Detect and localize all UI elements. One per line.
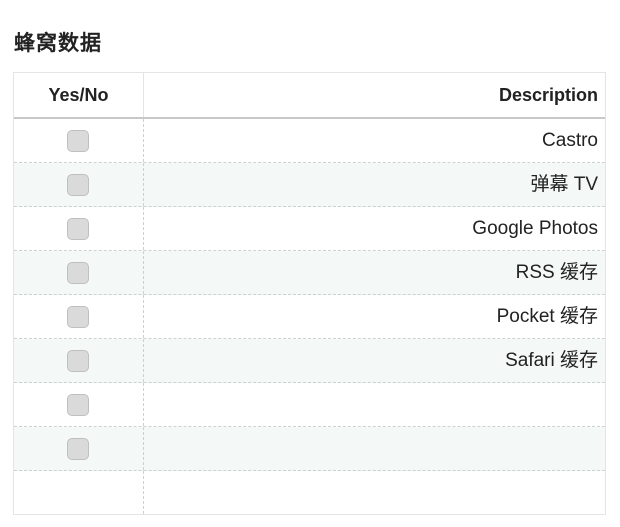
checkbox-cell <box>14 251 144 294</box>
checkbox[interactable] <box>67 350 89 372</box>
checkbox[interactable] <box>67 218 89 240</box>
page-title: 蜂窝数据 <box>14 31 102 55</box>
column-header-description: Description <box>498 85 598 105</box>
description-cell: Google Photos <box>472 218 598 239</box>
checkbox[interactable] <box>67 130 89 152</box>
column-header-yes-no: Yes/No <box>14 73 144 117</box>
table-row: Google Photos <box>14 207 605 251</box>
checkbox-cell <box>14 471 144 514</box>
checkbox-cell <box>14 163 144 206</box>
checkbox[interactable] <box>67 306 89 328</box>
description-cell: RSS 缓存 <box>515 262 598 283</box>
table-header-row: Yes/No Description <box>14 73 605 119</box>
checkbox[interactable] <box>67 394 89 416</box>
checkbox[interactable] <box>67 174 89 196</box>
table-row <box>14 471 605 515</box>
checkbox[interactable] <box>67 262 89 284</box>
table-row: 弹幕 TV <box>14 163 605 207</box>
checkbox-cell <box>14 295 144 338</box>
table-row: Safari 缓存 <box>14 339 605 383</box>
table-row: RSS 缓存 <box>14 251 605 295</box>
description-cell <box>145 383 598 426</box>
table-row <box>14 427 605 471</box>
description-cell <box>145 471 598 514</box>
checkbox-cell <box>14 207 144 250</box>
description-cell: Pocket 缓存 <box>496 306 598 327</box>
checkbox-cell <box>14 339 144 382</box>
description-cell: Safari 缓存 <box>505 350 598 371</box>
checkbox[interactable] <box>67 438 89 460</box>
checkbox-cell <box>14 119 144 162</box>
description-cell <box>145 427 598 470</box>
checkbox-cell <box>14 383 144 426</box>
table-row: Castro <box>14 119 605 163</box>
cellular-data-table: Yes/No Description Castro 弹幕 TV Google P… <box>13 72 606 515</box>
table-row: Pocket 缓存 <box>14 295 605 339</box>
checkbox-cell <box>14 427 144 470</box>
description-cell: Castro <box>542 130 598 151</box>
table-row <box>14 383 605 427</box>
description-cell: 弹幕 TV <box>530 174 598 195</box>
